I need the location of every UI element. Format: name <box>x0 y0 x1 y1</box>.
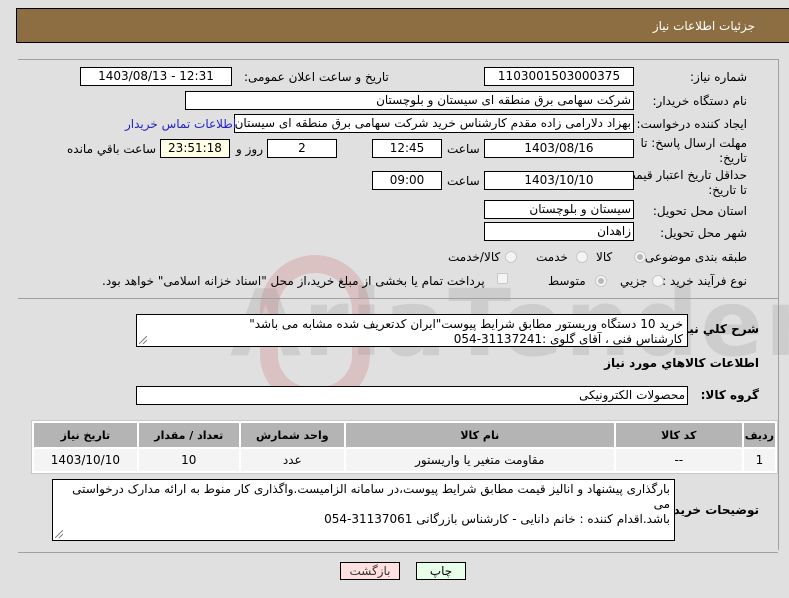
resize-grip-icon[interactable] <box>139 336 147 344</box>
section-divider <box>18 298 778 299</box>
price-validity-time-field[interactable]: 09:00 <box>372 171 442 190</box>
cell-need-date: 1403/10/10 <box>34 449 137 471</box>
col-header-item-name: نام کالا <box>345 423 614 447</box>
cell-quantity: 10 <box>138 449 239 471</box>
need-number-label: شماره نیاز: <box>690 70 747 84</box>
remaining-time-label: ساعت باقي مانده <box>67 142 157 156</box>
goods-section-title: اطلاعات کالاهاي مورد نياز <box>604 356 759 370</box>
cell-unit: عدد <box>240 449 344 471</box>
reply-deadline-label: مهلت ارسال پاسخ: تا تاریخ: <box>640 136 747 165</box>
reply-deadline-date-field[interactable]: 1403/08/16 <box>484 139 634 158</box>
cell-item-name: مقاومت متغیر یا واریستور <box>345 449 614 471</box>
page-title: جزئیات اطلاعات نیاز <box>652 19 755 33</box>
goods-group-field[interactable]: محصولات الکترونیکی <box>136 386 688 405</box>
category-radio-service[interactable] <box>576 251 588 263</box>
treasury-checkbox[interactable] <box>497 273 508 284</box>
buyer-notes-textarea[interactable]: بارگذاری پیشنهاد و انالیز قیمت مطابق شرا… <box>52 479 675 541</box>
buyer-contact-link[interactable]: اطلاعات تماس خریدار <box>125 117 236 131</box>
buyer-notes-line-1: بارگذاری پیشنهاد و انالیز قیمت مطابق شرا… <box>72 482 670 511</box>
category-option-goods-service: کالا/خدمت <box>448 250 501 264</box>
requester-label: ایجاد کننده درخواست: <box>636 117 747 131</box>
goods-group-label: گروه کالا: <box>700 388 759 402</box>
process-option-medium: متوسط <box>548 274 586 288</box>
process-radio-medium[interactable] <box>595 275 607 287</box>
treasury-checkbox-label: پرداخت تمام یا بخشی از مبلغ خرید،از محل … <box>102 274 485 288</box>
buyer-org-label: نام دستگاه خریدار: <box>652 94 748 108</box>
category-label: طبقه بندی موضوعی: <box>640 250 747 264</box>
category-option-goods: کالا <box>596 250 613 264</box>
description-line-2: کارشناس فنی ، آقای گلوی :31137241-054 <box>453 332 683 346</box>
delivery-city-label: شهر محل تحویل: <box>660 226 747 240</box>
remaining-time-field: 23:51:18 <box>160 139 230 158</box>
col-header-quantity: تعداد / مقدار <box>138 423 239 447</box>
reply-time-label: ساعت <box>447 142 480 156</box>
category-option-service: خدمت <box>536 250 568 264</box>
requester-field[interactable]: بهزاد دلارامی زاده مقدم کارشناس خرید شرک… <box>234 114 634 133</box>
delivery-province-label: استان محل تحویل: <box>652 204 747 218</box>
col-header-need-date: تاریخ نیاز <box>34 423 137 447</box>
col-header-row-number: ردیف <box>743 423 775 447</box>
resize-grip-icon[interactable] <box>55 530 63 538</box>
process-option-minor: جزیي <box>620 274 648 288</box>
table-header-row: ردیف کد کالا نام کالا واحد شمارش تعداد /… <box>34 423 775 447</box>
category-radio-goods[interactable] <box>634 251 646 263</box>
description-line-1: خرید 10 دستگاه وریستور مطابق شرایط پیوست… <box>249 317 683 331</box>
print-button[interactable]: چاپ <box>416 562 466 580</box>
purchase-process-label: نوع فرآیند خرید : <box>662 274 747 288</box>
reply-deadline-time-field[interactable]: 12:45 <box>372 139 442 158</box>
announce-datetime-label: تاریخ و ساعت اعلان عمومی: <box>244 70 389 84</box>
process-radio-minor[interactable] <box>652 275 664 287</box>
cell-item-code: -- <box>615 449 742 471</box>
buyer-notes-line-2: باشد.اقدام کننده : خانم دانایی - کارشناس… <box>324 512 670 526</box>
buyer-org-field[interactable]: شرکت سهامی برق منطقه ای سیستان و بلوچستا… <box>185 91 634 110</box>
back-button[interactable]: بازگشت <box>340 562 400 580</box>
need-number-field[interactable]: 1103001503000375 <box>484 67 634 86</box>
page-header: جزئیات اطلاعات نیاز <box>16 8 789 43</box>
footer-divider <box>18 552 778 553</box>
cell-row-number: 1 <box>743 449 775 471</box>
description-textarea[interactable]: خرید 10 دستگاه وریستور مطابق شرایط پیوست… <box>136 314 688 347</box>
validity-time-label: ساعت <box>447 174 480 188</box>
goods-table: ردیف کد کالا نام کالا واحد شمارش تعداد /… <box>31 420 778 474</box>
price-validity-label: حداقل تاریخ اعتبار قیمت: تا تاریخ: <box>620 168 747 197</box>
announce-datetime-field[interactable]: 1403/08/13 - 12:31 <box>80 67 232 86</box>
remaining-days-field[interactable]: 2 <box>267 139 337 158</box>
col-header-unit: واحد شمارش <box>240 423 344 447</box>
delivery-province-field[interactable]: سیستان و بلوچستان <box>484 200 634 219</box>
delivery-city-field[interactable]: زاهدان <box>484 222 634 241</box>
col-header-item-code: کد کالا <box>615 423 742 447</box>
price-validity-date-field[interactable]: 1403/10/10 <box>484 171 634 190</box>
table-row: 1 -- مقاومت متغیر یا واریستور عدد 10 140… <box>34 449 775 471</box>
days-label: روز و <box>236 142 263 156</box>
category-radio-goods-service[interactable] <box>505 251 517 263</box>
